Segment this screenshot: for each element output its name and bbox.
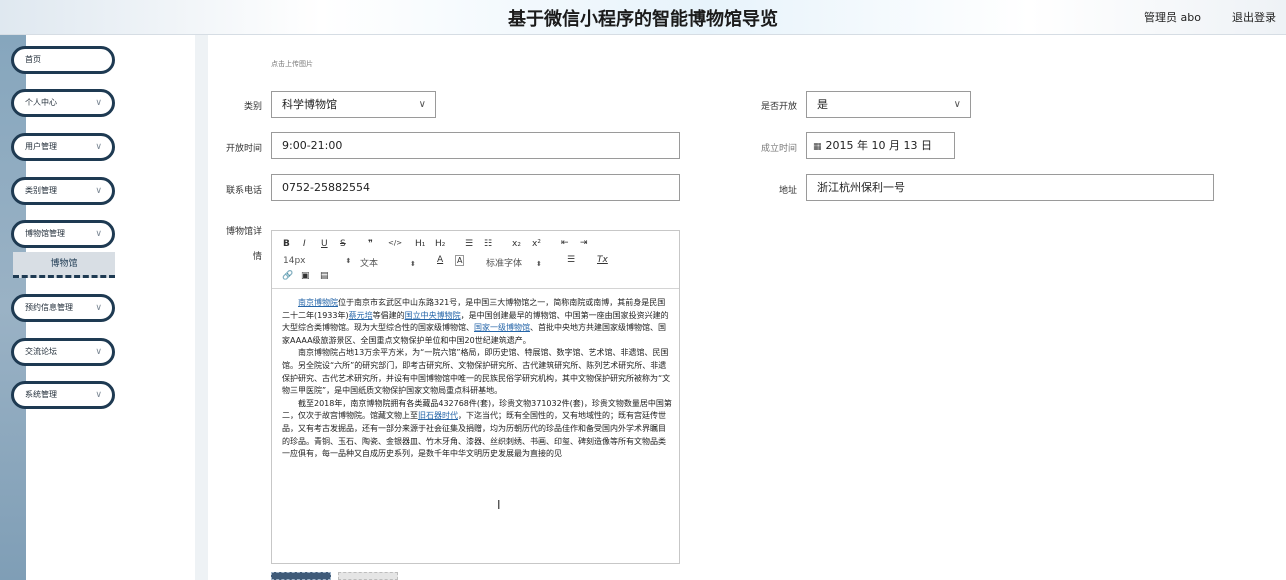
open-time-label: 开放时间 <box>225 144 262 154</box>
sidebar-item-categories[interactable]: 类别管理 ∨ <box>11 177 115 205</box>
editor-content[interactable]: 南京博物院位于南京市玄武区中山东路321号，是中国三大博物馆之一，简称南院或南博… <box>282 297 672 461</box>
format-value: 文本 <box>360 259 379 269</box>
founded-date-input[interactable]: ▦ 2015 年 10 月 13 日 <box>806 132 955 159</box>
sidebar-item-label: 交流论坛 <box>25 347 57 356</box>
chevron-down-icon: ∨ <box>95 186 102 196</box>
inline-link[interactable]: 南京博物院 <box>298 298 338 307</box>
bullet-list-button[interactable]: ☷ <box>484 239 492 249</box>
sidebar-item-museums[interactable]: 博物馆管理 ∨ <box>11 220 115 248</box>
category-value: 科学博物馆 <box>282 98 337 111</box>
is-open-label: 是否开放 <box>760 102 797 112</box>
sidebar-item-label: 用户管理 <box>25 142 57 151</box>
sidebar-subitem-museum[interactable]: 博物馆 <box>13 252 115 278</box>
upload-image-hint[interactable]: 点击上传图片 <box>271 59 313 69</box>
sidebar-item-home[interactable]: 首页 <box>11 46 115 74</box>
font-size-select[interactable]: 14px ⬍ <box>283 256 351 266</box>
chevron-down-icon: ∨ <box>95 142 102 152</box>
ordered-list-button[interactable]: ☰ <box>465 239 473 249</box>
sidebar-item-label: 首页 <box>25 55 41 64</box>
strike-button[interactable]: S <box>340 239 346 249</box>
uploaded-image-thumbnail[interactable] <box>271 572 331 580</box>
detail-label: 博物馆详 <box>225 227 262 237</box>
h1-button[interactable]: H₁ <box>415 239 425 249</box>
sidebar-item-users[interactable]: 用户管理 ∨ <box>11 133 115 161</box>
founded-value: 2015 年 10 月 13 日 <box>825 139 932 152</box>
detail-label-cont: 情 <box>252 252 262 262</box>
category-select[interactable]: 科学博物馆 ∨ <box>271 91 436 118</box>
select-arrow-icon: ⬍ <box>410 260 416 268</box>
phone-label: 联系电话 <box>225 186 262 196</box>
inline-link[interactable]: 国立中央博物院 <box>405 311 461 320</box>
bold-button[interactable]: B <box>283 239 290 249</box>
page-title: 基于微信小程序的智能博物馆导览 <box>508 9 778 30</box>
sidebar-item-profile[interactable]: 个人中心 ∨ <box>11 89 115 117</box>
background-color-button[interactable]: A <box>455 255 465 266</box>
phone-input[interactable]: 0752-25882554 <box>271 174 680 201</box>
chevron-down-icon: ∨ <box>95 98 102 108</box>
quote-button[interactable]: ❞ <box>368 239 373 249</box>
sidebar-item-forum[interactable]: 交流论坛 ∨ <box>11 338 115 366</box>
video-icon[interactable]: ▤ <box>320 271 329 281</box>
font-family-select[interactable]: 标准字体 ⬍ <box>486 256 542 269</box>
sidebar-item-label: 博物馆管理 <box>25 229 65 238</box>
italic-button[interactable]: I <box>303 239 306 249</box>
chevron-down-icon: ∨ <box>95 390 102 400</box>
top-header: 基于微信小程序的智能博物馆导览 管理员 abo 退出登录 <box>0 0 1286 35</box>
h2-button[interactable]: H₂ <box>435 239 445 249</box>
paragraph-2: 南京博物院占地13万余平方米，为“一院六馆”格局，即历史馆、特展馆、数字馆、艺术… <box>282 348 671 396</box>
sidebar-item-label: 类别管理 <box>25 186 57 195</box>
inline-link[interactable]: 蔡元培 <box>349 311 373 320</box>
chevron-down-icon: ∨ <box>953 99 961 110</box>
sidebar-item-label: 系统管理 <box>25 390 57 399</box>
indent-button[interactable]: ⇥ <box>580 238 588 248</box>
founded-label: 成立时间 <box>760 144 797 154</box>
chevron-down-icon: ∨ <box>95 303 102 313</box>
font-size-value: 14px <box>283 256 306 266</box>
chevron-down-icon: ∨ <box>95 229 102 239</box>
subscript-button[interactable]: x₂ <box>512 239 521 249</box>
image-icon[interactable]: ▣ <box>301 271 310 281</box>
format-select[interactable]: 文本 ⬍ <box>360 256 416 269</box>
sidebar-item-reservations[interactable]: 预约信息管理 ∨ <box>11 294 115 322</box>
sidebar-item-system[interactable]: 系统管理 ∨ <box>11 381 115 409</box>
align-button[interactable]: ☰ <box>567 255 575 265</box>
paragraph-3: 截至2018年，南京博物院拥有各类藏品432768件(套)，珍贵文物371032… <box>282 398 672 459</box>
open-time-input[interactable]: 9:00-21:00 <box>271 132 680 159</box>
superscript-button[interactable]: x² <box>532 239 541 249</box>
calendar-icon: ▦ <box>813 142 822 152</box>
code-button[interactable]: </> <box>388 239 402 247</box>
sidebar-item-label: 预约信息管理 <box>25 303 73 312</box>
text-cursor-icon: I <box>497 498 501 512</box>
sidebar-item-label: 个人中心 <box>25 98 57 107</box>
is-open-value: 是 <box>817 98 828 111</box>
current-user: 管理员 abo <box>1144 11 1201 24</box>
image-thumbnail-placeholder[interactable] <box>338 572 398 580</box>
address-input[interactable]: 浙江杭州保利一号 <box>806 174 1214 201</box>
chevron-down-icon: ∨ <box>95 347 102 357</box>
chevron-down-icon: ∨ <box>418 99 426 110</box>
select-arrow-icon: ⬍ <box>345 257 352 265</box>
paragraph-1: 南京博物院位于南京市玄武区中山东路321号，是中国三大博物馆之一，简称南院或南博… <box>282 298 669 345</box>
address-label: 地址 <box>778 186 797 196</box>
category-label: 类别 <box>243 102 262 112</box>
outdent-button[interactable]: ⇤ <box>561 238 569 248</box>
font-color-button[interactable]: A <box>437 255 443 265</box>
editor-toolbar: B I U S ❞ </> H₁ H₂ ☰ ☷ x₂ x² ⇤ ⇥ 14px ⬍ … <box>272 231 679 289</box>
inline-link[interactable]: 旧石器时代 <box>418 411 458 420</box>
underline-button[interactable]: U <box>321 239 328 249</box>
clear-format-button[interactable]: Tx <box>597 255 608 265</box>
font-family-value: 标准字体 <box>486 259 523 269</box>
select-arrow-icon: ⬍ <box>536 260 542 268</box>
logout-link[interactable]: 退出登录 <box>1232 9 1276 25</box>
inline-link[interactable]: 国家一级博物馆 <box>474 323 530 332</box>
rich-text-editor: B I U S ❞ </> H₁ H₂ ☰ ☷ x₂ x² ⇤ ⇥ 14px ⬍ … <box>271 230 680 564</box>
is-open-select[interactable]: 是 ∨ <box>806 91 971 118</box>
link-icon[interactable]: 🔗 <box>282 271 293 281</box>
